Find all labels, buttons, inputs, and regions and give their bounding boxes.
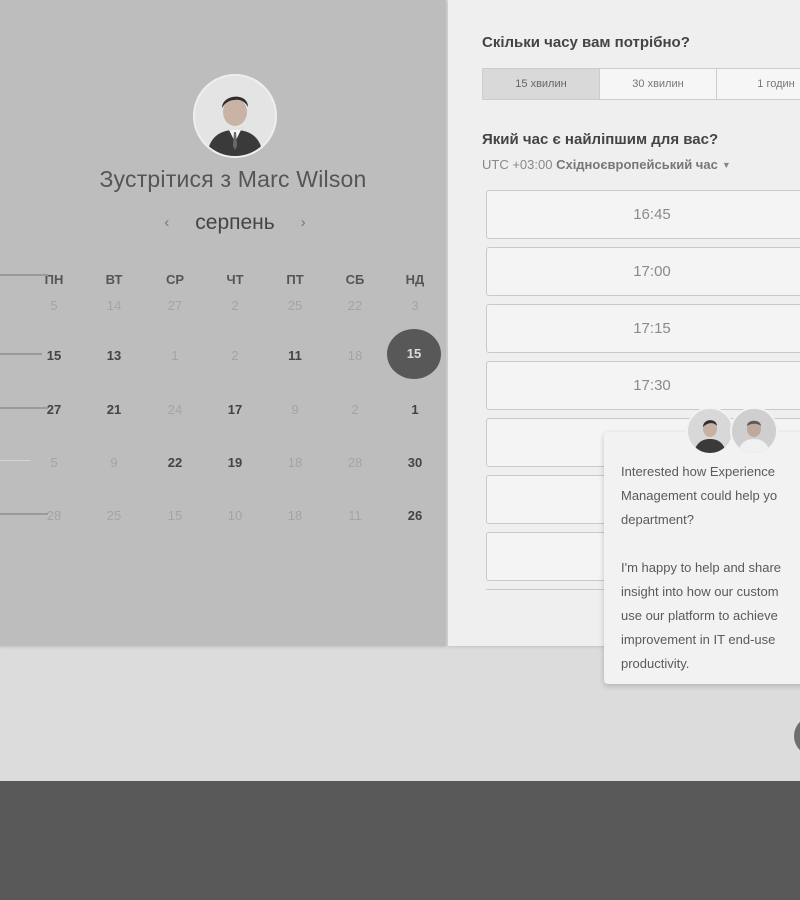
chat-popup[interactable]: Interested how Experience Management cou… xyxy=(604,432,800,684)
weekday-header: ПТ xyxy=(286,272,304,287)
calendar-day: 11 xyxy=(348,508,362,523)
chat-launcher-button[interactable] xyxy=(794,716,800,756)
timezone-offset: UTC +03:00 xyxy=(482,157,553,172)
week-indicator xyxy=(0,513,48,515)
month-label: серпень xyxy=(195,211,275,234)
calendar-day[interactable]: 19 xyxy=(215,455,255,471)
weekday-header: НД xyxy=(405,272,425,287)
week-indicator xyxy=(0,353,42,355)
calendar-day: 18 xyxy=(287,508,303,523)
person-avatar-icon xyxy=(688,409,732,453)
chat-message: Interested how Experience Management cou… xyxy=(621,464,782,671)
calendar-day: 25 xyxy=(106,508,122,523)
host-title: Зустрітися з Marc Wilson xyxy=(99,166,367,192)
footer-band xyxy=(0,781,800,900)
calendar-day: 2 xyxy=(231,348,239,363)
duration-option-60[interactable]: 1 годин xyxy=(717,69,800,99)
calendar-day[interactable]: 17 xyxy=(215,402,255,418)
calendar-day: 5 xyxy=(50,298,58,313)
calendar-day: 22 xyxy=(347,298,363,313)
duration-question: Скільки часу вам потрібно? xyxy=(482,34,690,51)
calendar-day: 10 xyxy=(227,508,243,523)
calendar-day: 24 xyxy=(167,402,183,417)
person-avatar-icon xyxy=(732,409,776,453)
calendar-day: 15 xyxy=(167,508,183,523)
calendar-day: 28 xyxy=(46,508,62,523)
calendar-day[interactable]: 21 xyxy=(94,402,134,418)
calendar-day[interactable]: 15 xyxy=(34,348,74,364)
time-question: Який час є найліпшим для вас? xyxy=(482,131,719,148)
timezone-name: Східноєвропейський час xyxy=(556,157,718,172)
time-slot[interactable]: 17:00 xyxy=(486,247,800,296)
calendar-day: 14 xyxy=(106,298,122,313)
calendar-day[interactable]: 13 xyxy=(94,348,134,364)
calendar-day: 9 xyxy=(110,455,118,470)
calendar-day: 28 xyxy=(347,455,363,470)
calendar-day[interactable]: 22 xyxy=(155,455,195,471)
calendar-day: 2 xyxy=(351,402,359,417)
calendar-day: 5 xyxy=(50,455,58,470)
time-slot[interactable]: 17:30 xyxy=(486,361,800,410)
chat-avatar-2 xyxy=(730,407,778,455)
calendar-day: 18 xyxy=(347,348,363,363)
week-indicator xyxy=(0,274,48,276)
weekday-header: СР xyxy=(165,272,185,287)
chat-avatar-1 xyxy=(686,407,734,455)
calendar-day[interactable]: 1 xyxy=(395,402,435,418)
calendar-day: 1 xyxy=(171,348,179,363)
caret-down-icon: ▼ xyxy=(721,160,731,170)
duration-option-30[interactable]: 30 хвилин xyxy=(600,69,717,99)
weekday-header: СБ xyxy=(345,272,365,287)
calendar-day: 25 xyxy=(287,298,303,313)
calendar-day[interactable]: 27 xyxy=(34,402,74,418)
person-avatar-icon xyxy=(195,76,275,156)
calendar-day: 3 xyxy=(411,298,419,313)
weekday-header: ВТ xyxy=(105,272,123,287)
chevron-right-icon[interactable]: › xyxy=(301,214,306,231)
calendar-day: 9 xyxy=(291,402,299,417)
time-slot[interactable]: 16:45 xyxy=(486,190,800,239)
week-indicator xyxy=(0,460,30,461)
calendar-day[interactable]: 11 xyxy=(275,348,315,364)
calendar-day: 2 xyxy=(231,298,239,313)
month-navigation: ‹ серпень › xyxy=(0,211,470,235)
duration-selector: 15 хвилин 30 хвилин 1 годин xyxy=(482,68,800,100)
calendar-day[interactable]: 26 xyxy=(395,508,435,524)
time-slot[interactable]: 17:15 xyxy=(486,304,800,353)
calendar-day: 27 xyxy=(167,298,183,313)
chevron-left-icon[interactable]: ‹ xyxy=(164,214,169,231)
host-avatar xyxy=(193,74,277,158)
weekday-header: ЧТ xyxy=(226,272,244,287)
calendar-panel: Зустрітися з Marc Wilson ‹ серпень › ПН В… xyxy=(0,0,446,646)
calendar-day: 18 xyxy=(287,455,303,470)
calendar-day[interactable]: 30 xyxy=(395,455,435,471)
calendar-grid: ПН ВТ СР ЧТ ПТ СБ НД 5 14 27 2 25 22 3 15 13 1 2 11 18 27 21 2… xyxy=(0,262,446,562)
duration-option-15[interactable]: 15 хвилин xyxy=(483,69,600,99)
selected-day[interactable]: 15 xyxy=(387,329,441,379)
week-indicator xyxy=(0,407,48,409)
timezone-selector[interactable]: UTC +03:00 Східноєвропейський час ▼ xyxy=(482,157,731,172)
